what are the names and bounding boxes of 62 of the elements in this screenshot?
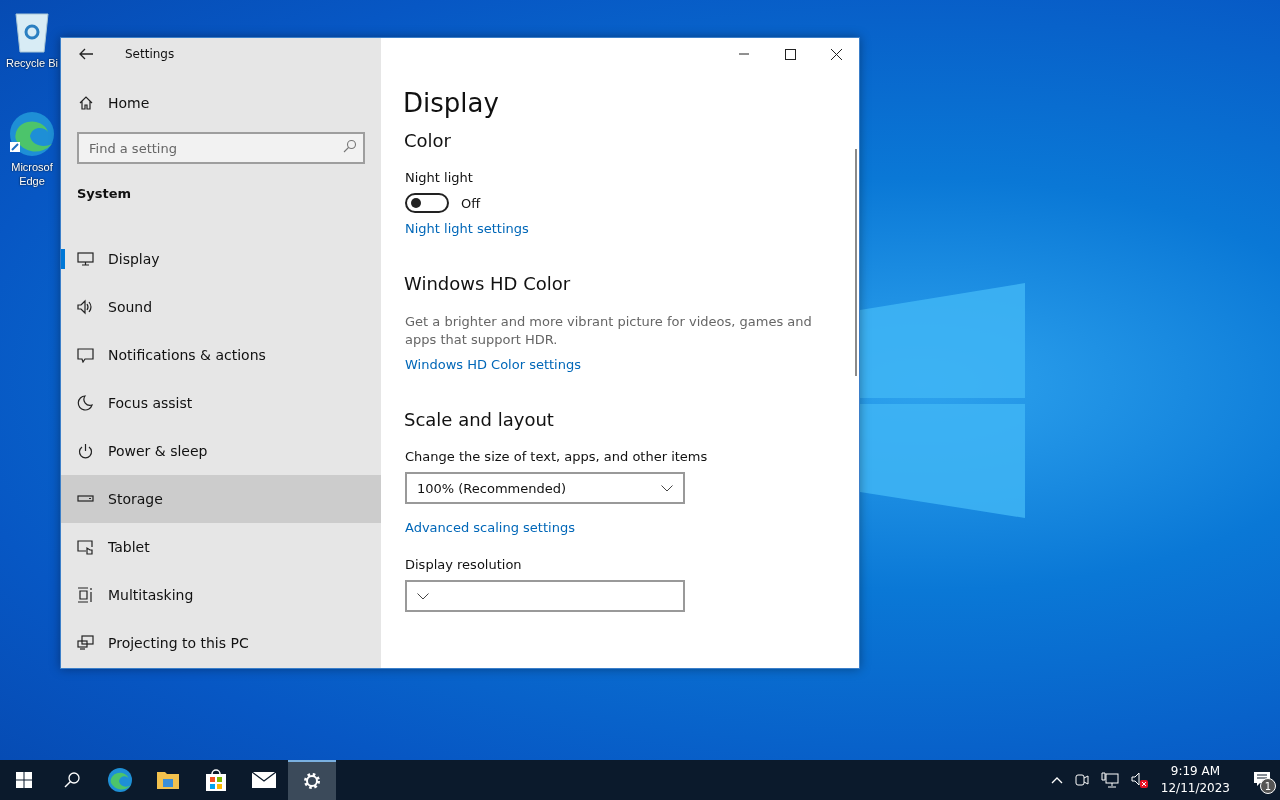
window-title: Settings — [125, 47, 175, 61]
sidebar-item[interactable]: Display — [61, 235, 381, 283]
clock-date: 12/11/2023 — [1160, 780, 1230, 797]
projector-icon — [77, 635, 94, 651]
network-icon[interactable] — [1100, 772, 1119, 788]
chevron-down-icon — [661, 484, 673, 492]
desktop-icon-label[interactable]: Recycle Bi — [4, 56, 60, 70]
browser-icon — [107, 767, 133, 793]
back-arrow-icon[interactable] — [79, 48, 93, 60]
toggle-state-label: Off — [461, 195, 481, 211]
section-heading: System — [77, 186, 132, 201]
sidebar-item[interactable]: Focus assist — [61, 379, 381, 427]
settings-link[interactable]: Windows HD Color settings — [405, 357, 581, 372]
notification-count-badge: 1 — [1260, 778, 1276, 794]
power-icon — [77, 443, 94, 459]
search-field[interactable]: Find a setting — [77, 132, 365, 164]
chevron-down-icon — [417, 592, 429, 600]
description-text: Get a brighter and more vibrant picture for videos, games and apps that support HDR. — [405, 313, 813, 349]
search-icon — [64, 772, 80, 788]
sidebar-item[interactable]: Sound — [61, 283, 381, 331]
settings-link[interactable]: Advanced scaling settings — [405, 520, 575, 535]
dropdown[interactable] — [405, 580, 685, 612]
desktop-icon-label[interactable]: Microsof Edge — [4, 160, 60, 188]
setting-label: Change the size of text, apps, and other items — [405, 449, 709, 464]
action-center-button[interactable]: 1 — [1244, 760, 1280, 800]
chevron-up-icon[interactable] — [1050, 776, 1063, 784]
clock-time: 9:19 AM — [1170, 763, 1221, 780]
windows-logo-icon — [16, 772, 32, 788]
edge-browser-icon[interactable] — [8, 110, 56, 158]
sidebar-item[interactable]: Power & sleep — [61, 427, 381, 475]
settings-icon — [302, 771, 322, 791]
section-heading: Windows HD Color — [404, 273, 572, 294]
page-title: Display — [403, 88, 500, 118]
speaker-icon — [77, 299, 94, 315]
folder-icon — [156, 769, 180, 791]
home-nav-item[interactable]: Home — [78, 95, 150, 111]
sidebar-item[interactable]: Multitasking — [61, 571, 381, 619]
envelope-icon — [251, 771, 277, 789]
sidebar-item[interactable]: Projecting to this PC — [61, 619, 381, 667]
shopping-bag-icon — [204, 768, 228, 792]
dropdown[interactable]: 100% (Recommended) — [405, 472, 685, 504]
toggle-switch[interactable] — [405, 193, 449, 213]
muted-speaker-icon[interactable] — [1130, 772, 1149, 788]
clock[interactable]: 9:19 AM 12/11/2023 — [1160, 763, 1230, 797]
setting-label: Display resolution — [405, 557, 523, 572]
sidebar-item[interactable]: Storage — [61, 475, 381, 523]
sidebar-item[interactable]: Notifications & actions — [61, 331, 381, 379]
tablet-icon — [77, 539, 94, 555]
sidebar-item[interactable]: Tablet — [61, 523, 381, 571]
speech-bubble-icon — [77, 347, 94, 363]
section-heading: Scale and layout — [404, 409, 555, 430]
windows-stack-icon — [77, 587, 94, 603]
camera-icon[interactable] — [1074, 772, 1089, 788]
monitor-icon — [77, 251, 94, 267]
home-icon — [78, 95, 94, 111]
section-heading: Color — [404, 130, 452, 151]
search-icon — [343, 139, 357, 153]
taskbar-app-button[interactable] — [288, 760, 336, 800]
setting-label: Night light — [405, 170, 474, 185]
settings-link[interactable]: Night light settings — [405, 221, 529, 236]
moon-icon — [77, 395, 94, 411]
scrollbar[interactable] — [855, 149, 857, 376]
